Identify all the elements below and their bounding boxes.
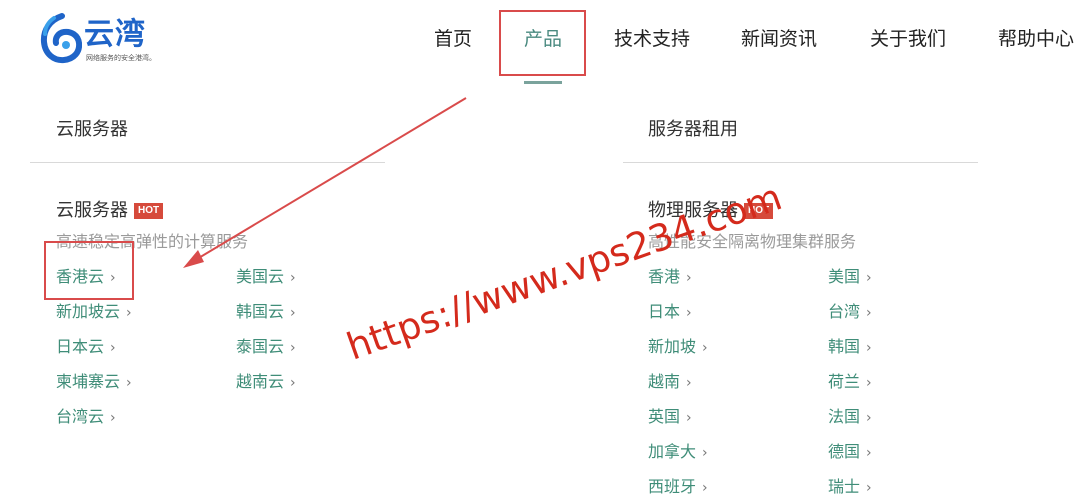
chevron-right-icon: › <box>290 375 296 391</box>
nav-home[interactable]: 首页 <box>434 26 472 52</box>
cloud-server-section-title: 云服务器 <box>56 119 128 140</box>
link-label: 法国 <box>828 407 861 426</box>
cloud-server-heading-label: 云服务器 <box>56 200 128 221</box>
watermark-text: https://www.vps234.com <box>341 175 788 369</box>
link-label: 美国 <box>828 267 861 286</box>
link-label: 新加坡云 <box>56 302 121 321</box>
link-highlight-box <box>44 241 134 300</box>
chevron-right-icon: › <box>702 340 708 356</box>
link-label: 香港 <box>648 267 681 286</box>
link-spain[interactable]: 西班牙 › <box>648 476 708 499</box>
nav-highlight-box <box>499 10 586 76</box>
chevron-right-icon: › <box>866 445 872 461</box>
link-label: 韩国 <box>828 337 861 356</box>
site-header: 云湾 网络服务的安全港湾。 首页 产品 技术支持 新闻资讯 关于我们 帮助中心 <box>0 0 1079 84</box>
link-label: 荷兰 <box>828 372 861 391</box>
link-france[interactable]: 法国 › <box>828 406 872 429</box>
link-usa[interactable]: 美国 › <box>828 266 872 289</box>
link-taiwan[interactable]: 台湾 › <box>828 301 872 324</box>
chevron-right-icon: › <box>126 305 132 321</box>
link-taiwan-cloud[interactable]: 台湾云 › <box>56 406 116 429</box>
link-germany[interactable]: 德国 › <box>828 441 872 464</box>
cloud-server-heading[interactable]: 云服务器 HOT <box>56 199 164 223</box>
link-label: 美国云 <box>236 267 285 286</box>
chevron-right-icon: › <box>290 305 296 321</box>
link-singapore-cloud[interactable]: 新加坡云 › <box>56 301 132 324</box>
logo-tagline: 网络服务的安全港湾。 <box>86 54 156 62</box>
chevron-right-icon: › <box>110 340 116 356</box>
link-cambodia-cloud[interactable]: 柬埔寨云 › <box>56 371 132 394</box>
link-label: 加拿大 <box>648 442 697 461</box>
link-hongkong[interactable]: 香港 › <box>648 266 692 289</box>
link-label: 台湾 <box>828 302 861 321</box>
column-divider <box>30 162 385 163</box>
link-label: 英国 <box>648 407 681 426</box>
link-label: 西班牙 <box>648 477 697 496</box>
link-korea[interactable]: 韩国 › <box>828 336 872 359</box>
link-label: 瑞士 <box>828 477 861 496</box>
link-canada[interactable]: 加拿大 › <box>648 441 708 464</box>
chevron-right-icon: › <box>866 305 872 321</box>
logo-title: 云湾 <box>84 17 146 52</box>
link-uk[interactable]: 英国 › <box>648 406 692 429</box>
nav-help-center[interactable]: 帮助中心 <box>998 26 1074 52</box>
chevron-right-icon: › <box>686 410 692 426</box>
chevron-right-icon: › <box>686 270 692 286</box>
link-label: 日本 <box>648 302 681 321</box>
hot-badge: HOT <box>134 203 164 219</box>
link-netherlands[interactable]: 荷兰 › <box>828 371 872 394</box>
chevron-right-icon: › <box>866 410 872 426</box>
link-japan[interactable]: 日本 › <box>648 301 692 324</box>
active-nav-indicator <box>524 81 562 84</box>
link-vietnam[interactable]: 越南 › <box>648 371 692 394</box>
link-vietnam-cloud[interactable]: 越南云 › <box>236 371 296 394</box>
link-singapore[interactable]: 新加坡 › <box>648 336 708 359</box>
link-label: 日本云 <box>56 337 105 356</box>
link-thailand-cloud[interactable]: 泰国云 › <box>236 336 296 359</box>
chevron-right-icon: › <box>866 375 872 391</box>
chevron-right-icon: › <box>702 445 708 461</box>
chevron-right-icon: › <box>866 270 872 286</box>
link-korea-cloud[interactable]: 韩国云 › <box>236 301 296 324</box>
logo-mark-icon <box>40 13 82 64</box>
nav-tech-support[interactable]: 技术支持 <box>614 26 690 52</box>
chevron-right-icon: › <box>686 305 692 321</box>
link-label: 新加坡 <box>648 337 697 356</box>
nav-about-us[interactable]: 关于我们 <box>870 26 946 52</box>
link-usa-cloud[interactable]: 美国云 › <box>236 266 296 289</box>
chevron-right-icon: › <box>702 480 708 496</box>
server-rental-section-title: 服务器租用 <box>648 119 738 140</box>
link-label: 柬埔寨云 <box>56 372 121 391</box>
chevron-right-icon: › <box>686 375 692 391</box>
nav-news[interactable]: 新闻资讯 <box>741 26 817 52</box>
chevron-right-icon: › <box>110 410 116 426</box>
link-label: 韩国云 <box>236 302 285 321</box>
chevron-right-icon: › <box>290 340 296 356</box>
link-label: 越南 <box>648 372 681 391</box>
logo[interactable]: 云湾 网络服务的安全港湾。 <box>40 12 190 68</box>
chevron-right-icon: › <box>126 375 132 391</box>
link-label: 台湾云 <box>56 407 105 426</box>
link-japan-cloud[interactable]: 日本云 › <box>56 336 116 359</box>
link-label: 德国 <box>828 442 861 461</box>
chevron-right-icon: › <box>866 340 872 356</box>
link-label: 越南云 <box>236 372 285 391</box>
link-label: 泰国云 <box>236 337 285 356</box>
chevron-right-icon: › <box>290 270 296 286</box>
link-switzerland[interactable]: 瑞士 › <box>828 476 872 499</box>
chevron-right-icon: › <box>866 480 872 496</box>
column-divider <box>623 162 978 163</box>
